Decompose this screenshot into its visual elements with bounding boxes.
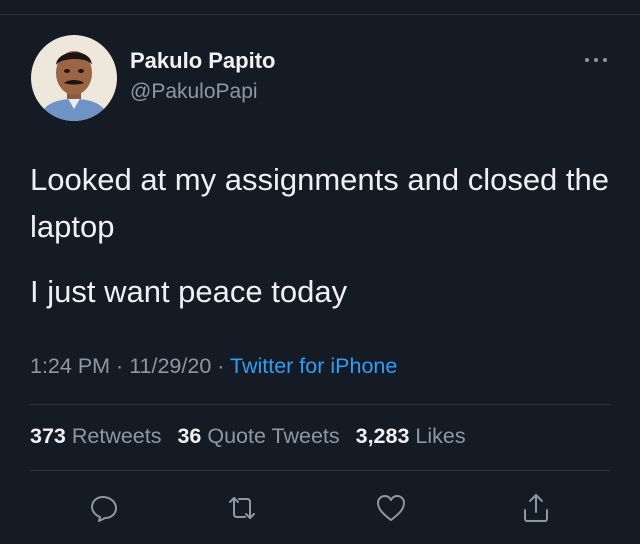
retweets-stat[interactable]: 373 Retweets [30,424,161,448]
tweet-line: Looked at my assignments and closed the … [30,162,610,244]
likes-count: 3,283 [355,424,410,448]
tweet-source-link[interactable]: Twitter for iPhone [230,354,397,378]
avatar[interactable] [31,35,117,121]
reply-icon[interactable] [86,490,122,526]
tweet-date[interactable]: 11/29/20 [129,354,211,378]
tweet-line: I just want peace today [30,274,348,309]
tweet-text: Looked at my assignments and closed the … [30,156,620,315]
likes-label: Likes [415,424,466,448]
quotes-label: Quote Tweets [207,424,340,448]
meta-separator: · [211,354,231,378]
author-handle[interactable]: @PakuloPapi [130,80,258,104]
retweets-count: 373 [30,424,66,448]
meta-separator: · [110,354,130,378]
divider [30,404,610,405]
like-icon[interactable] [373,490,409,526]
retweet-icon[interactable] [224,490,260,526]
tweet-time[interactable]: 1:24 PM [30,354,110,378]
top-divider [0,14,640,15]
likes-stat[interactable]: 3,283 Likes [356,424,466,448]
share-icon[interactable] [518,490,554,526]
quotes-count: 36 [177,424,202,448]
tweet-meta: 1:24 PM · 11/29/20 · Twitter for iPhone [30,354,397,379]
tweet-stats: 373 Retweets 36 Quote Tweets 3,283 Likes [30,424,476,449]
author-name[interactable]: Pakulo Papito [130,48,275,74]
more-options-icon[interactable] [583,52,609,68]
quotes-stat[interactable]: 36 Quote Tweets [177,424,339,448]
retweets-label: Retweets [71,424,162,448]
divider [30,470,610,471]
avatar-image [31,35,117,121]
